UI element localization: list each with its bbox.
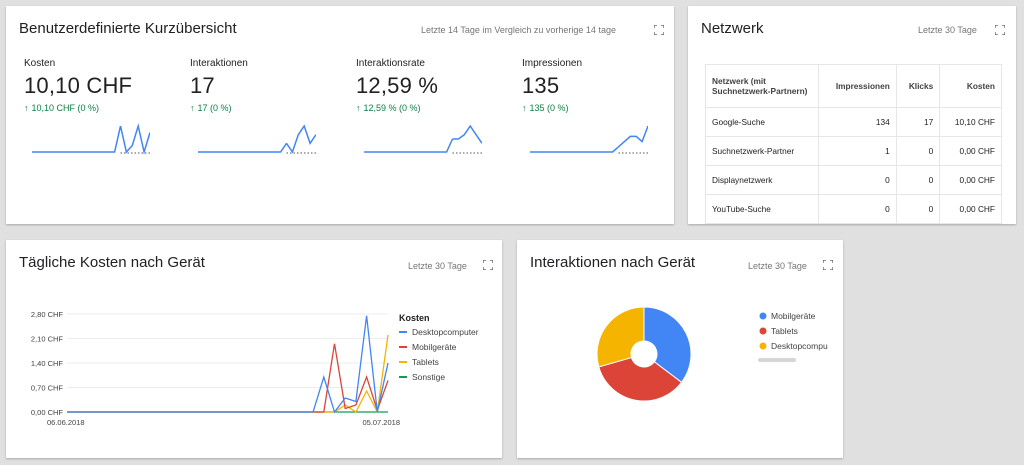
table-cell: YouTube-Suche	[705, 194, 819, 224]
table-cell: 1	[818, 136, 897, 166]
table-row: Suchnetzwerk-Partner 1 0 0,00 CHF	[705, 136, 1002, 166]
interactions-by-device-card: Interaktionen nach Gerät Letzte 30 Tage …	[517, 240, 843, 458]
y-tick-label: 1,40 CHF	[31, 359, 64, 368]
table-cell: 0	[895, 165, 941, 195]
series-line	[67, 315, 389, 414]
expand-icon[interactable]	[654, 25, 664, 35]
legend-label[interactable]: Tablets	[412, 357, 439, 367]
legend-dot	[759, 312, 767, 320]
sparkline-current	[119, 123, 150, 155]
legend-title: Kosten	[399, 313, 430, 323]
sparkline-current	[452, 124, 482, 144]
metric-change: ↑ 12,59 % (0 %)	[356, 103, 506, 113]
network-title: Netzwerk	[701, 20, 764, 37]
legend-label[interactable]: Tablets	[771, 326, 798, 336]
table-row: YouTube-Suche 0 0 0,00 CHF	[705, 194, 1002, 224]
metric-change: ↑ 10,10 CHF (0 %)	[24, 103, 174, 113]
table-cell: 0,00 CHF	[939, 165, 1002, 195]
legend-dot	[759, 327, 767, 335]
metric-change-text: 10,10 CHF (0 %)	[31, 103, 100, 113]
metric-costs[interactable]: Kosten 10,10 CHF ↑ 10,10 CHF (0 %)	[24, 58, 174, 113]
table-cell: 0	[818, 165, 897, 195]
legend-label[interactable]: Desktopcomputer	[412, 327, 479, 337]
sparkline-previous	[198, 142, 288, 153]
table-cell: 10,10 CHF	[939, 107, 1002, 137]
metric-interaction-rate[interactable]: Interaktionsrate 12,59 % ↑ 12,59 % (0 %)	[356, 58, 506, 113]
table-cell: Suchnetzwerk-Partner	[705, 136, 819, 166]
metric-value: 135	[522, 73, 560, 98]
x-tick-label: 06.06.2018	[47, 418, 85, 427]
column-header[interactable]: Impressionen	[818, 64, 897, 108]
legend-dot	[759, 342, 767, 350]
metric-change-text: 12,59 % (0 %)	[363, 103, 421, 113]
summary-period: Letzte 14 Tage im Vergleich zu vorherige…	[421, 25, 616, 35]
table-row: Displaynetzwerk 0 0 0,00 CHF	[705, 165, 1002, 195]
sparkline-current	[618, 125, 648, 148]
column-header[interactable]: Kosten	[939, 64, 1002, 108]
y-tick-label: 2,80 CHF	[31, 310, 64, 319]
table-cell: 0	[895, 136, 941, 166]
arrow-up-icon: ↑	[190, 103, 195, 113]
metric-interactions[interactable]: Interaktionen 17 ↑ 17 (0 %)	[190, 58, 340, 113]
metric-change-text: 17 (0 %)	[197, 103, 232, 113]
y-tick-label: 0,00 CHF	[31, 408, 64, 417]
table-cell: 134	[818, 107, 897, 137]
interactions-donut-chart: Mobilgeräte Tablets Desktopcompu	[596, 306, 828, 402]
sparkline-previous	[364, 138, 454, 153]
metric-label: Interaktionsrate	[356, 58, 425, 69]
legend-label[interactable]: Sonstige	[412, 372, 445, 382]
arrow-up-icon: ↑	[356, 103, 361, 113]
network-period: Letzte 30 Tage	[918, 25, 977, 35]
table-row: Google-Suche 134 17 10,10 CHF	[705, 107, 1002, 137]
table-header-row: Netzwerk (mit Suchnetzwerk-Partnern) Imp…	[705, 64, 1002, 108]
daily-cost-line-chart: 0,00 CHF 0,70 CHF 1,40 CHF 2,10 CHF 2,80 CHF…	[31, 310, 479, 427]
pie-slice[interactable]	[596, 306, 645, 368]
table-cell: 0	[895, 194, 941, 224]
legend-label[interactable]: Mobilgeräte	[771, 311, 816, 321]
table-cell: 0,00 CHF	[939, 194, 1002, 224]
daily-costs-card: Tägliche Kosten nach Gerät Letzte 30 Tag…	[6, 240, 502, 458]
arrow-up-icon: ↑	[24, 103, 29, 113]
sparkline	[364, 124, 482, 154]
arrow-up-icon: ↑	[522, 103, 527, 113]
network-card: Netzwerk Letzte 30 Tage Netzwerk (mit Su…	[688, 6, 1016, 224]
summary-title: Benutzerdefinierte Kurzübersicht	[19, 20, 237, 37]
column-header[interactable]: Klicks	[895, 64, 941, 108]
sparkline-previous	[32, 125, 122, 153]
sparkline	[32, 123, 150, 155]
y-tick-label: 2,10 CHF	[31, 335, 64, 344]
sparkline-previous	[530, 146, 619, 153]
column-header[interactable]: Netzwerk (mit Suchnetzwerk-Partnern)	[705, 64, 819, 108]
metric-change: ↑ 135 (0 %)	[522, 103, 672, 113]
legend-label[interactable]: Mobilgeräte	[412, 342, 457, 352]
expand-icon[interactable]	[995, 25, 1005, 35]
table-row	[705, 223, 1002, 224]
metric-label: Impressionen	[522, 58, 583, 69]
table-cell: Google-Suche	[705, 107, 819, 137]
metric-impressions[interactable]: Impressionen 135 ↑ 135 (0 %)	[522, 58, 672, 113]
legend-label[interactable]: Desktopcompu	[771, 341, 828, 351]
metric-label: Interaktionen	[190, 58, 248, 69]
legend-scrollbar[interactable]	[758, 358, 796, 362]
x-tick-label: 05.07.2018	[362, 418, 400, 427]
metric-value: 17	[190, 73, 215, 98]
table-cell: 17	[895, 107, 941, 137]
y-tick-label: 0,70 CHF	[31, 384, 64, 393]
sparkline	[198, 124, 316, 154]
metric-value: 12,59 %	[356, 73, 439, 98]
sparkline-current	[285, 124, 316, 154]
custom-summary-card: Benutzerdefinierte Kurzübersicht Letzte …	[6, 6, 674, 224]
table-cell: Displaynetzwerk	[705, 165, 819, 195]
sparkline	[530, 125, 648, 154]
table-cell: 0	[818, 194, 897, 224]
network-table: Netzwerk (mit Suchnetzwerk-Partnern) Imp…	[705, 64, 1002, 224]
series-line	[67, 343, 389, 413]
metric-change: ↑ 17 (0 %)	[190, 103, 340, 113]
metric-label: Kosten	[24, 58, 56, 69]
metric-change-text: 135 (0 %)	[529, 103, 569, 113]
table-cell: 0,00 CHF	[939, 136, 1002, 166]
metric-value: 10,10 CHF	[24, 73, 133, 98]
